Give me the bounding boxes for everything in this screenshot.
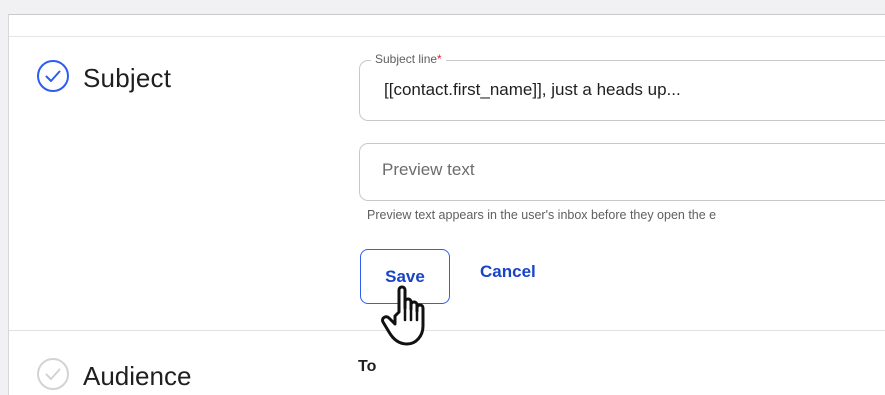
section-divider bbox=[9, 330, 885, 331]
hand-pointer-icon bbox=[381, 285, 425, 346]
check-circle-icon bbox=[37, 358, 69, 390]
section-divider bbox=[9, 36, 885, 37]
section-title-subject: Subject bbox=[83, 63, 172, 93]
section-title-audience: Audience bbox=[83, 361, 192, 391]
subject-line-label: Subject line* bbox=[371, 52, 446, 66]
subject-line-value[interactable]: [[contact.first_name]], just a heads up.… bbox=[384, 80, 681, 100]
preview-text-input[interactable] bbox=[382, 160, 882, 180]
preview-text-field[interactable] bbox=[359, 143, 885, 201]
preview-helper-text: Preview text appears in the user's inbox… bbox=[367, 208, 717, 222]
email-settings-card: Subject Subject line* [[contact.first_na… bbox=[8, 14, 885, 395]
to-label: To bbox=[358, 358, 377, 375]
check-circle-icon bbox=[37, 60, 69, 92]
subject-line-field[interactable]: Subject line* [[contact.first_name]], ju… bbox=[359, 52, 885, 121]
required-asterisk: * bbox=[437, 52, 442, 66]
cancel-button[interactable]: Cancel bbox=[480, 262, 536, 282]
